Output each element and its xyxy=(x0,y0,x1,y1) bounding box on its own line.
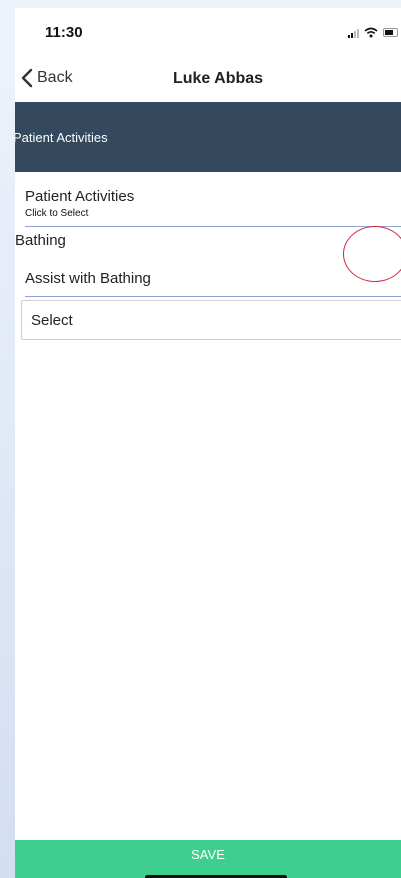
patient-activities-label: Patient Activities xyxy=(25,188,135,205)
patient-activities-select[interactable]: Patient Activities Click to Select xyxy=(25,186,401,227)
signal-icon xyxy=(348,28,359,38)
activity-name: Bathing xyxy=(15,232,66,249)
page-title: Luke Abbas xyxy=(172,70,264,87)
status-time: 11:30 xyxy=(45,24,83,41)
patient-activities-hint: Click to Select xyxy=(25,208,89,219)
status-icons xyxy=(348,27,399,38)
select-value: Select xyxy=(31,312,73,329)
battery-icon xyxy=(383,28,399,37)
annotation-circle xyxy=(343,226,401,282)
assist-with-bathing-label: Assist with Bathing xyxy=(25,270,151,287)
phone-screen: 11:30 Back Luke Abbas Patient Activities… xyxy=(15,8,401,878)
assist-select-dropdown[interactable]: Select xyxy=(21,300,401,340)
save-button[interactable]: SAVE xyxy=(15,840,401,878)
wifi-icon xyxy=(364,27,378,38)
section-header-title: Patient Activities xyxy=(15,129,108,145)
assist-with-bathing-field: Assist with Bathing xyxy=(25,266,401,297)
nav-bar: Back Luke Abbas xyxy=(15,60,401,100)
section-header: Patient Activities xyxy=(15,102,401,172)
status-bar: 11:30 xyxy=(15,8,401,56)
